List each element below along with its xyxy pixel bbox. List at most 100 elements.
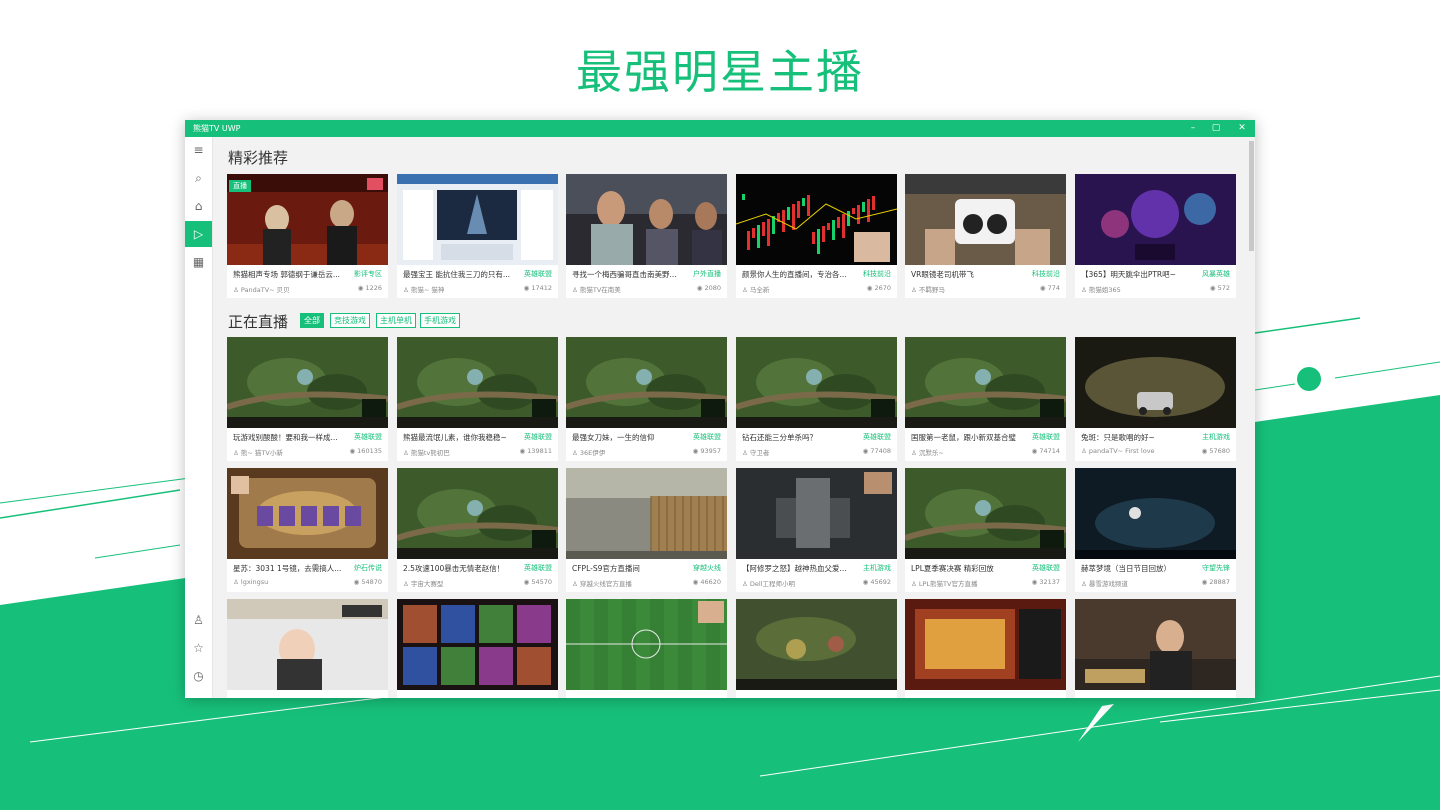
stream-thumbnail[interactable] — [566, 599, 727, 690]
viewer-count: ◉ 46620 — [692, 578, 721, 586]
viewer-count: ◉ 54570 — [523, 578, 552, 586]
category-tag[interactable]: 英雄联盟 — [693, 432, 721, 442]
scrollbar[interactable] — [1248, 137, 1255, 698]
stream-thumbnail[interactable] — [736, 468, 897, 559]
category-tag[interactable]: 主机游戏 — [1202, 432, 1230, 442]
scrollbar-thumb[interactable] — [1249, 141, 1254, 251]
live-card[interactable] — [397, 599, 558, 698]
filter-chip[interactable]: 竞技游戏 — [330, 313, 370, 328]
grid-icon[interactable]: ▦ — [185, 249, 212, 275]
filter-chip[interactable]: 全部 — [300, 313, 324, 328]
category-tag[interactable]: 炉石传说 — [354, 563, 382, 573]
play-icon[interactable]: ▷ — [185, 221, 212, 247]
live-card[interactable]: 钻石还能三分单杀吗？ 英雄联盟 ♙ 守卫者 ◉ 77408 — [736, 337, 897, 461]
title-bar[interactable]: 熊猫TV UWP – ▢ ✕ — [185, 120, 1255, 137]
streamer-name: ♙ 熊猫姐365 — [1081, 286, 1121, 294]
stream-thumbnail[interactable] — [566, 174, 727, 265]
live-card[interactable]: 熊猫最流氓儿素，谁你我稳稳~ 英雄联盟 ♙ 熊猫tv熊初巴 ◉ 139811 — [397, 337, 558, 461]
sidebar: ≡⌕⌂▷▦ ♙☆◷ ⚙ — [185, 137, 213, 698]
live-card[interactable]: 【阿修罗之怒】越神热血父爱... 主机游戏 ♙ Dell工程师小明 ◉ 45692 — [736, 468, 897, 592]
category-tag[interactable]: 守望先锋 — [1202, 563, 1230, 573]
close-button[interactable]: ✕ — [1231, 120, 1253, 137]
live-card[interactable]: 2.5攻速100暴击无情老赵信！ 英雄联盟 ♙ 宇宙大赛型 ◉ 54570 — [397, 468, 558, 592]
featured-card[interactable]: 最强宝王 能抗住我三刀的只有... 英雄联盟 ♙ 熊猫~ 猫神 ◉ 17412 — [397, 174, 558, 298]
category-tag[interactable]: 英雄联盟 — [524, 269, 552, 279]
featured-card[interactable]: 直播 熊猫相声专场 郭德纲于谦岳云... 影评专区 ♙ PandaTV~ 贝贝 ◉ 12… — [227, 174, 388, 298]
stream-thumbnail[interactable] — [397, 174, 558, 265]
streamer-name: ♙ 穿越火线官方直播 — [572, 580, 632, 588]
featured-card[interactable]: 寻找一个梅西骗哥直击南美野... 户外直播 ♙ 熊猫TV在南美 ◉ 2080 — [566, 174, 727, 298]
category-tag[interactable]: 科技前沿 — [863, 269, 891, 279]
menu-icon[interactable]: ≡ — [185, 137, 212, 163]
live-card[interactable]: 国服第一老鼠，跟小新双基合璧 英雄联盟 ♙ 沉默乐~ ◉ 74714 — [905, 337, 1066, 461]
page-headline: 最强明星主播 — [576, 45, 864, 99]
category-tag[interactable]: 户外直播 — [693, 269, 721, 279]
category-tag[interactable]: 英雄联盟 — [1032, 563, 1060, 573]
viewer-count: ◉ 160135 — [349, 447, 382, 455]
live-card[interactable]: CFPL-S9官方直播间 穿越火线 ♙ 穿越火线官方直播 ◉ 46620 — [566, 468, 727, 592]
category-tag[interactable]: 穿越火线 — [693, 563, 721, 573]
live-card[interactable] — [1075, 599, 1236, 698]
stream-thumbnail[interactable] — [227, 174, 388, 265]
category-tag[interactable]: 科技前沿 — [1032, 269, 1060, 279]
stream-thumbnail[interactable] — [736, 337, 897, 428]
user-icon[interactable]: ♙ — [185, 607, 212, 633]
category-tag[interactable]: 风暴英雄 — [1202, 269, 1230, 279]
stream-thumbnail[interactable] — [227, 337, 388, 428]
stream-thumbnail[interactable] — [736, 599, 897, 690]
category-tag[interactable]: 主机游戏 — [863, 563, 891, 573]
live-card[interactable] — [227, 599, 388, 698]
stream-thumbnail[interactable] — [905, 468, 1066, 559]
clock-icon[interactable]: ◷ — [185, 663, 212, 689]
star-icon[interactable]: ☆ — [185, 635, 212, 661]
stream-thumbnail[interactable] — [1075, 337, 1236, 428]
stream-thumbnail[interactable] — [227, 468, 388, 559]
stream-thumbnail[interactable] — [566, 337, 727, 428]
live-card[interactable]: 星苏：3031 1号镜，去需搞人... 炉石传说 ♙ lgxingsu ◉ 54870 — [227, 468, 388, 592]
live-card[interactable]: 兔斑：只是歌唱的好~ 主机游戏 ♙ pandaTV~ First love ◉ 576… — [1075, 337, 1236, 461]
filter-chip[interactable]: 主机单机 — [376, 313, 416, 328]
minimize-button[interactable]: – — [1182, 120, 1204, 137]
maximize-button[interactable]: ▢ — [1205, 120, 1227, 137]
stream-thumbnail[interactable] — [397, 599, 558, 690]
category-tag[interactable]: 英雄联盟 — [863, 432, 891, 442]
featured-card[interactable]: 颜景你人生的直播间，专治各... 科技前沿 ♙ 马全新 ◉ 2670 — [736, 174, 897, 298]
window-title: 熊猫TV UWP — [193, 124, 241, 133]
search-icon[interactable]: ⌕ — [185, 165, 212, 191]
viewer-count: ◉ 28887 — [1201, 578, 1230, 586]
stream-thumbnail[interactable] — [905, 337, 1066, 428]
live-card[interactable]: 玩游戏别酸酸！要和我一样成... 英雄联盟 ♙ 熊~ 猫TV小新 ◉ 160135 — [227, 337, 388, 461]
home-icon[interactable]: ⌂ — [185, 193, 212, 219]
streamer-name: ♙ 守卫者 — [742, 449, 770, 457]
stream-thumbnail[interactable] — [566, 468, 727, 559]
live-card[interactable] — [905, 599, 1066, 698]
featured-card[interactable]: VR眼镜老司机带飞 科技前沿 ♙ 不羁野马 ◉ 774 — [905, 174, 1066, 298]
settings-icon[interactable]: ⚙ — [185, 691, 212, 698]
category-tag[interactable]: 英雄联盟 — [1032, 432, 1060, 442]
filter-chip[interactable]: 手机游戏 — [420, 313, 460, 328]
stream-thumbnail[interactable] — [227, 599, 388, 690]
category-tag[interactable]: 英雄联盟 — [354, 432, 382, 442]
stream-thumbnail[interactable] — [1075, 468, 1236, 559]
main-content[interactable]: 精彩推荐 直播 熊猫相声专场 郭德纲于谦岳云... 影评专区 ♙ PandaTV~ 贝… — [212, 137, 1248, 698]
stream-thumbnail[interactable] — [397, 468, 558, 559]
live-card[interactable] — [736, 599, 897, 698]
viewer-count: ◉ 74714 — [1031, 447, 1060, 455]
viewer-count: ◉ 54870 — [353, 578, 382, 586]
stream-title: 兔斑：只是歌唱的好~ — [1081, 433, 1155, 442]
live-card[interactable]: 最强女刀妹，一生的信仰 英雄联盟 ♙ 36E伊伊 ◉ 93957 — [566, 337, 727, 461]
featured-card[interactable]: 【365】明天跳伞出PTR吧~ 风暴英雄 ♙ 熊猫姐365 ◉ 572 — [1075, 174, 1236, 298]
stream-thumbnail[interactable] — [905, 174, 1066, 265]
stream-thumbnail[interactable] — [397, 337, 558, 428]
stream-thumbnail[interactable] — [905, 599, 1066, 690]
stream-title: 熊猫最流氓儿素，谁你我稳稳~ — [403, 433, 507, 442]
stream-thumbnail[interactable] — [736, 174, 897, 265]
stream-thumbnail[interactable] — [1075, 599, 1236, 690]
category-tag[interactable]: 影评专区 — [354, 269, 382, 279]
category-tag[interactable]: 英雄联盟 — [524, 563, 552, 573]
category-tag[interactable]: 英雄联盟 — [524, 432, 552, 442]
live-card[interactable]: LPL夏季赛决赛 精彩回放 英雄联盟 ♙ LPL熊猫TV官方直播 ◉ 32137 — [905, 468, 1066, 592]
live-card[interactable]: 赫萃梦境（当日节目回放） 守望先锋 ♙ 暴雪游戏频道 ◉ 28887 — [1075, 468, 1236, 592]
stream-thumbnail[interactable] — [1075, 174, 1236, 265]
live-card[interactable] — [566, 599, 727, 698]
